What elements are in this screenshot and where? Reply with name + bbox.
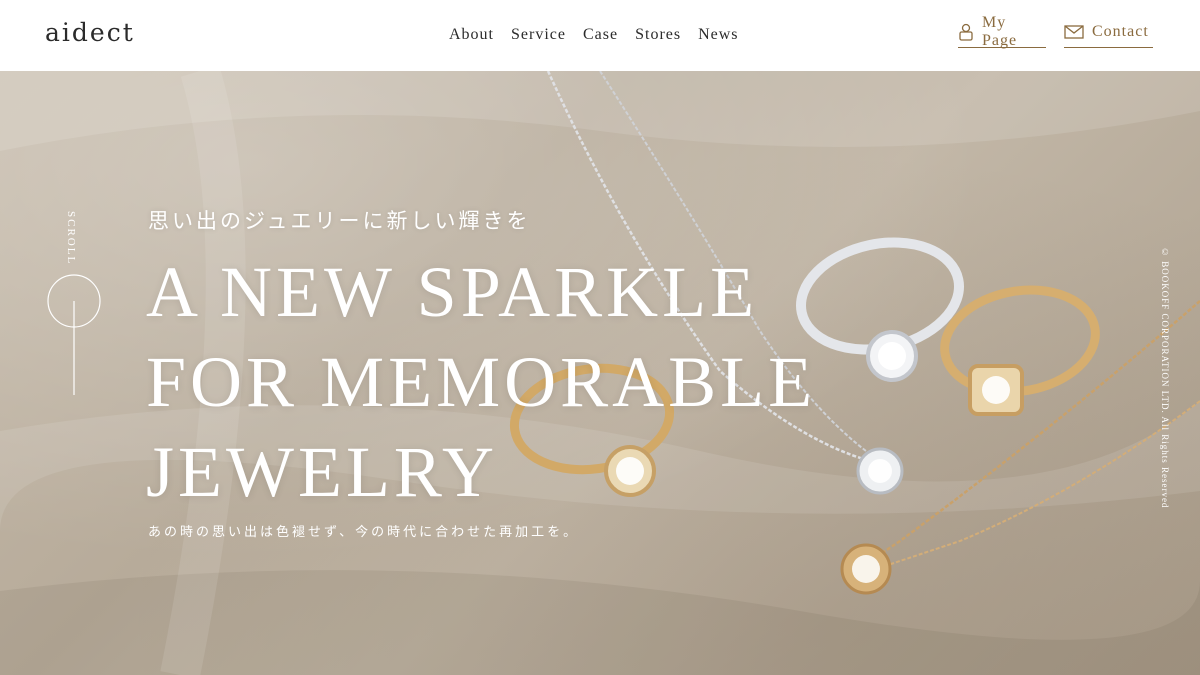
contact-label: Contact <box>1092 23 1149 40</box>
scroll-indicator[interactable]: SCROLL <box>44 211 104 401</box>
nav-service[interactable]: Service <box>511 26 566 44</box>
scroll-circle-icon <box>47 274 101 395</box>
headline-line-3: JEWELRY <box>146 432 498 512</box>
hero-subtitle: 思い出のジュエリーに新しい輝きを <box>148 209 531 233</box>
copyright-text: © BOOKOFF CORPORATION LTD. All Rights Re… <box>1160 247 1170 509</box>
hero-section: SCROLL 思い出のジュエリーに新しい輝きを A NEW SPARKLE FO… <box>0 71 1200 675</box>
my-page-link[interactable]: My Page <box>958 14 1046 49</box>
main-nav: About Service Case Stores News <box>449 26 739 44</box>
user-lock-icon <box>958 23 974 41</box>
headline-line-2: FOR MEMORABLE <box>146 342 817 422</box>
nav-news[interactable]: News <box>698 26 738 44</box>
nav-about[interactable]: About <box>449 26 494 44</box>
hero-headline: A NEW SPARKLE FOR MEMORABLE JEWELRY <box>146 247 816 517</box>
headline-line-1: A NEW SPARKLE <box>146 252 759 332</box>
hero-tagline: あの時の思い出は色褪せず、今の時代に合わせた再加工を。 <box>148 525 580 540</box>
contact-link[interactable]: Contact <box>1064 20 1153 48</box>
site-header: aidect About Service Case Stores News My… <box>0 0 1200 71</box>
nav-case[interactable]: Case <box>583 26 618 44</box>
mail-icon <box>1064 25 1084 39</box>
page: aidect About Service Case Stores News My… <box>0 0 1200 675</box>
nav-stores[interactable]: Stores <box>635 26 681 44</box>
my-page-label: My Page <box>982 14 1018 49</box>
site-logo[interactable]: aidect <box>45 18 135 47</box>
